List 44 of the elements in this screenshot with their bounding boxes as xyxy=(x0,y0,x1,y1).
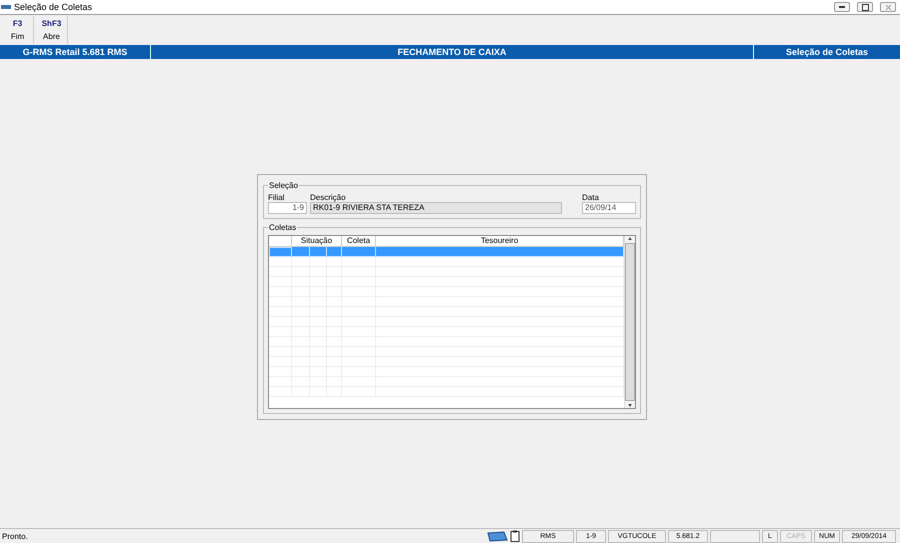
screen-title: Seleção de Coletas xyxy=(784,46,870,59)
status-message: Pronto. xyxy=(1,532,29,540)
up-arrow-icon[interactable] xyxy=(627,236,633,241)
branch-field[interactable]: 1-9 xyxy=(268,202,307,214)
table-row[interactable] xyxy=(269,387,624,397)
table-row[interactable] xyxy=(269,297,624,307)
table-row[interactable] xyxy=(269,327,624,337)
table-row[interactable] xyxy=(269,337,624,347)
window-title: Seleção de Coletas xyxy=(14,2,92,12)
group-title: Seleção xyxy=(268,181,299,190)
module-title: FECHAMENTO DE CAIXA xyxy=(151,45,754,59)
restore-icon xyxy=(862,4,868,10)
table-row[interactable] xyxy=(269,267,624,277)
field-label: Descrição xyxy=(310,193,347,202)
close-button[interactable] xyxy=(880,2,896,12)
date-field[interactable]: 26/09/14 xyxy=(582,202,636,214)
table-row[interactable] xyxy=(269,277,624,287)
table-row[interactable] xyxy=(269,357,624,367)
group-title: Coletas xyxy=(268,223,298,232)
table-row[interactable] xyxy=(269,377,624,387)
down-arrow-icon[interactable] xyxy=(627,403,633,408)
minimize-button[interactable] xyxy=(834,2,850,12)
field-label: Filial xyxy=(268,193,286,202)
system-name: G-RMS Retail 5.681 RMS xyxy=(0,45,151,59)
minimize-icon xyxy=(839,6,845,8)
scrollbar[interactable] xyxy=(624,236,635,408)
app-icon xyxy=(1,3,11,11)
collections-table[interactable]: Situação Coleta Tesoureiro xyxy=(268,235,636,409)
table-row[interactable] xyxy=(269,307,624,317)
toolbar-button[interactable]: ShF3 Abre xyxy=(36,16,68,44)
clipboard-icon xyxy=(510,530,520,542)
table-row[interactable] xyxy=(269,287,624,297)
restore-button[interactable] xyxy=(857,2,873,12)
table-row[interactable] xyxy=(269,347,624,357)
column-header[interactable]: Situação xyxy=(292,236,342,246)
description-field[interactable]: RK01-9 RIVIERA STA TEREZA xyxy=(310,202,562,214)
toolbar-button[interactable]: F3 Fim xyxy=(2,16,34,44)
table-row[interactable] xyxy=(269,247,624,257)
table-row[interactable] xyxy=(269,317,624,327)
close-icon xyxy=(884,4,892,10)
table-row[interactable] xyxy=(269,367,624,377)
field-label: Data xyxy=(582,193,600,202)
column-header[interactable]: Coleta xyxy=(342,236,376,246)
table-row[interactable] xyxy=(269,257,624,267)
